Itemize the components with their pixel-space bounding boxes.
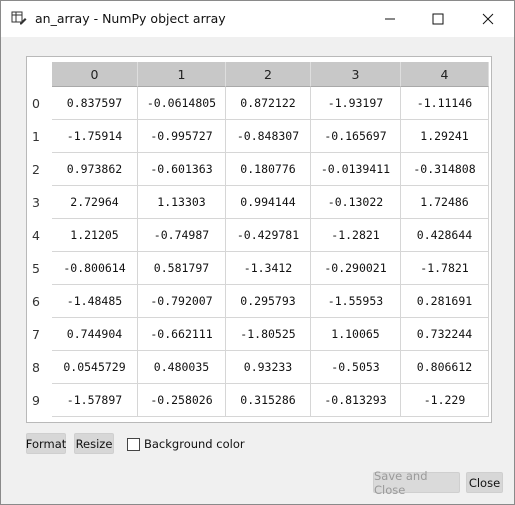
table-cell[interactable]: -0.165697 — [311, 120, 401, 153]
table-cell[interactable]: 1.10065 — [311, 318, 401, 351]
row-header[interactable]: 0 — [27, 87, 52, 120]
table-cell[interactable]: 1.29241 — [401, 120, 489, 153]
row-header[interactable]: 1 — [27, 120, 52, 153]
row-header[interactable]: 5 — [27, 252, 52, 285]
table-cell[interactable]: -0.429781 — [226, 219, 311, 252]
table-cell[interactable]: 0.295793 — [226, 285, 311, 318]
table-cell[interactable]: -0.5053 — [311, 351, 401, 384]
table-cell[interactable]: 0.281691 — [401, 285, 489, 318]
table-cell[interactable]: 0.0545729 — [52, 351, 138, 384]
table-cell[interactable]: 2.72964 — [52, 186, 138, 219]
table-cell[interactable]: -1.75914 — [52, 120, 138, 153]
table-cell[interactable]: -0.13022 — [311, 186, 401, 219]
title-bar[interactable]: an_array - NumPy object array — [1, 1, 514, 37]
table-cell[interactable]: -0.995727 — [138, 120, 226, 153]
background-color-label: Background color — [144, 437, 245, 451]
table-cell[interactable]: -0.800614 — [52, 252, 138, 285]
table-cell[interactable]: 1.21205 — [52, 219, 138, 252]
table-cell[interactable]: 0.744904 — [52, 318, 138, 351]
table-cell[interactable]: -1.80525 — [226, 318, 311, 351]
table-cell[interactable]: -0.0139411 — [311, 153, 401, 186]
table-cell[interactable]: -0.792007 — [138, 285, 226, 318]
maximize-icon — [432, 13, 444, 25]
row-header[interactable]: 3 — [27, 186, 52, 219]
column-header[interactable]: 0 — [52, 62, 138, 87]
resize-button[interactable]: Resize — [74, 433, 114, 454]
array-editor-window: an_array - NumPy object array 0 1 2 3 4 0 0.83… — [0, 0, 515, 505]
table-cell[interactable]: -0.662111 — [138, 318, 226, 351]
row-header[interactable]: 6 — [27, 285, 52, 318]
table-cell[interactable]: -1.57897 — [52, 384, 138, 417]
close-window-button[interactable] — [465, 1, 511, 37]
table-cell[interactable]: -0.290021 — [311, 252, 401, 285]
array-table[interactable]: 0 1 2 3 4 0 0.837597 -0.0614805 0.872122 -1.93197… — [26, 56, 492, 423]
table-edit-icon — [11, 10, 27, 26]
table-cell[interactable]: 0.93233 — [226, 351, 311, 384]
table-cell[interactable]: -0.601363 — [138, 153, 226, 186]
save-and-close-button[interactable]: Save and Close — [373, 469, 460, 497]
table-cell[interactable]: -0.848307 — [226, 120, 311, 153]
table-cell[interactable]: 0.581797 — [138, 252, 226, 285]
table-cell[interactable]: -1.55953 — [311, 285, 401, 318]
table-cell[interactable]: -1.48485 — [52, 285, 138, 318]
table-cell[interactable]: -1.93197 — [311, 87, 401, 120]
table-cell[interactable]: 0.315286 — [226, 384, 311, 417]
table-cell[interactable]: 1.72486 — [401, 186, 489, 219]
maximize-button[interactable] — [415, 1, 461, 37]
table-cell[interactable]: -0.258026 — [138, 384, 226, 417]
row-header[interactable]: 2 — [27, 153, 52, 186]
table-cell[interactable]: -1.2821 — [311, 219, 401, 252]
table-cell[interactable]: 0.872122 — [226, 87, 311, 120]
table-cell[interactable]: -1.11146 — [401, 87, 489, 120]
table-corner — [27, 57, 52, 87]
table-cell[interactable]: -1.7821 — [401, 252, 489, 285]
column-header[interactable]: 4 — [401, 62, 489, 87]
table-cell[interactable]: 0.806612 — [401, 351, 489, 384]
minimize-icon — [385, 18, 395, 20]
table-cell[interactable]: -1.3412 — [226, 252, 311, 285]
column-header[interactable]: 2 — [226, 62, 311, 87]
table-cell[interactable]: 0.732244 — [401, 318, 489, 351]
table-cell[interactable]: -0.0614805 — [138, 87, 226, 120]
column-header[interactable]: 3 — [311, 62, 401, 87]
table-cell[interactable]: 0.837597 — [52, 87, 138, 120]
table-cell[interactable]: 0.180776 — [226, 153, 311, 186]
table-cell[interactable]: 0.973862 — [52, 153, 138, 186]
column-header[interactable]: 1 — [138, 62, 226, 87]
row-header[interactable]: 4 — [27, 219, 52, 252]
table-cell[interactable]: -0.813293 — [311, 384, 401, 417]
close-icon — [482, 13, 494, 25]
table-cell[interactable]: 1.13303 — [138, 186, 226, 219]
minimize-button[interactable] — [367, 1, 413, 37]
table-cell[interactable]: 0.994144 — [226, 186, 311, 219]
row-header[interactable]: 8 — [27, 351, 52, 384]
format-button[interactable]: Format — [26, 433, 66, 454]
close-button[interactable]: Close — [466, 472, 503, 493]
table-cell[interactable]: 0.428644 — [401, 219, 489, 252]
table-cell[interactable]: -0.314808 — [401, 153, 489, 186]
row-header[interactable]: 7 — [27, 318, 52, 351]
background-color-checkbox[interactable] — [127, 438, 140, 451]
row-header[interactable]: 9 — [27, 384, 52, 417]
table-cell[interactable]: -0.74987 — [138, 219, 226, 252]
table-cell[interactable]: -1.229 — [401, 384, 489, 417]
window-title: an_array - NumPy object array — [35, 11, 226, 26]
table-cell[interactable]: 0.480035 — [138, 351, 226, 384]
